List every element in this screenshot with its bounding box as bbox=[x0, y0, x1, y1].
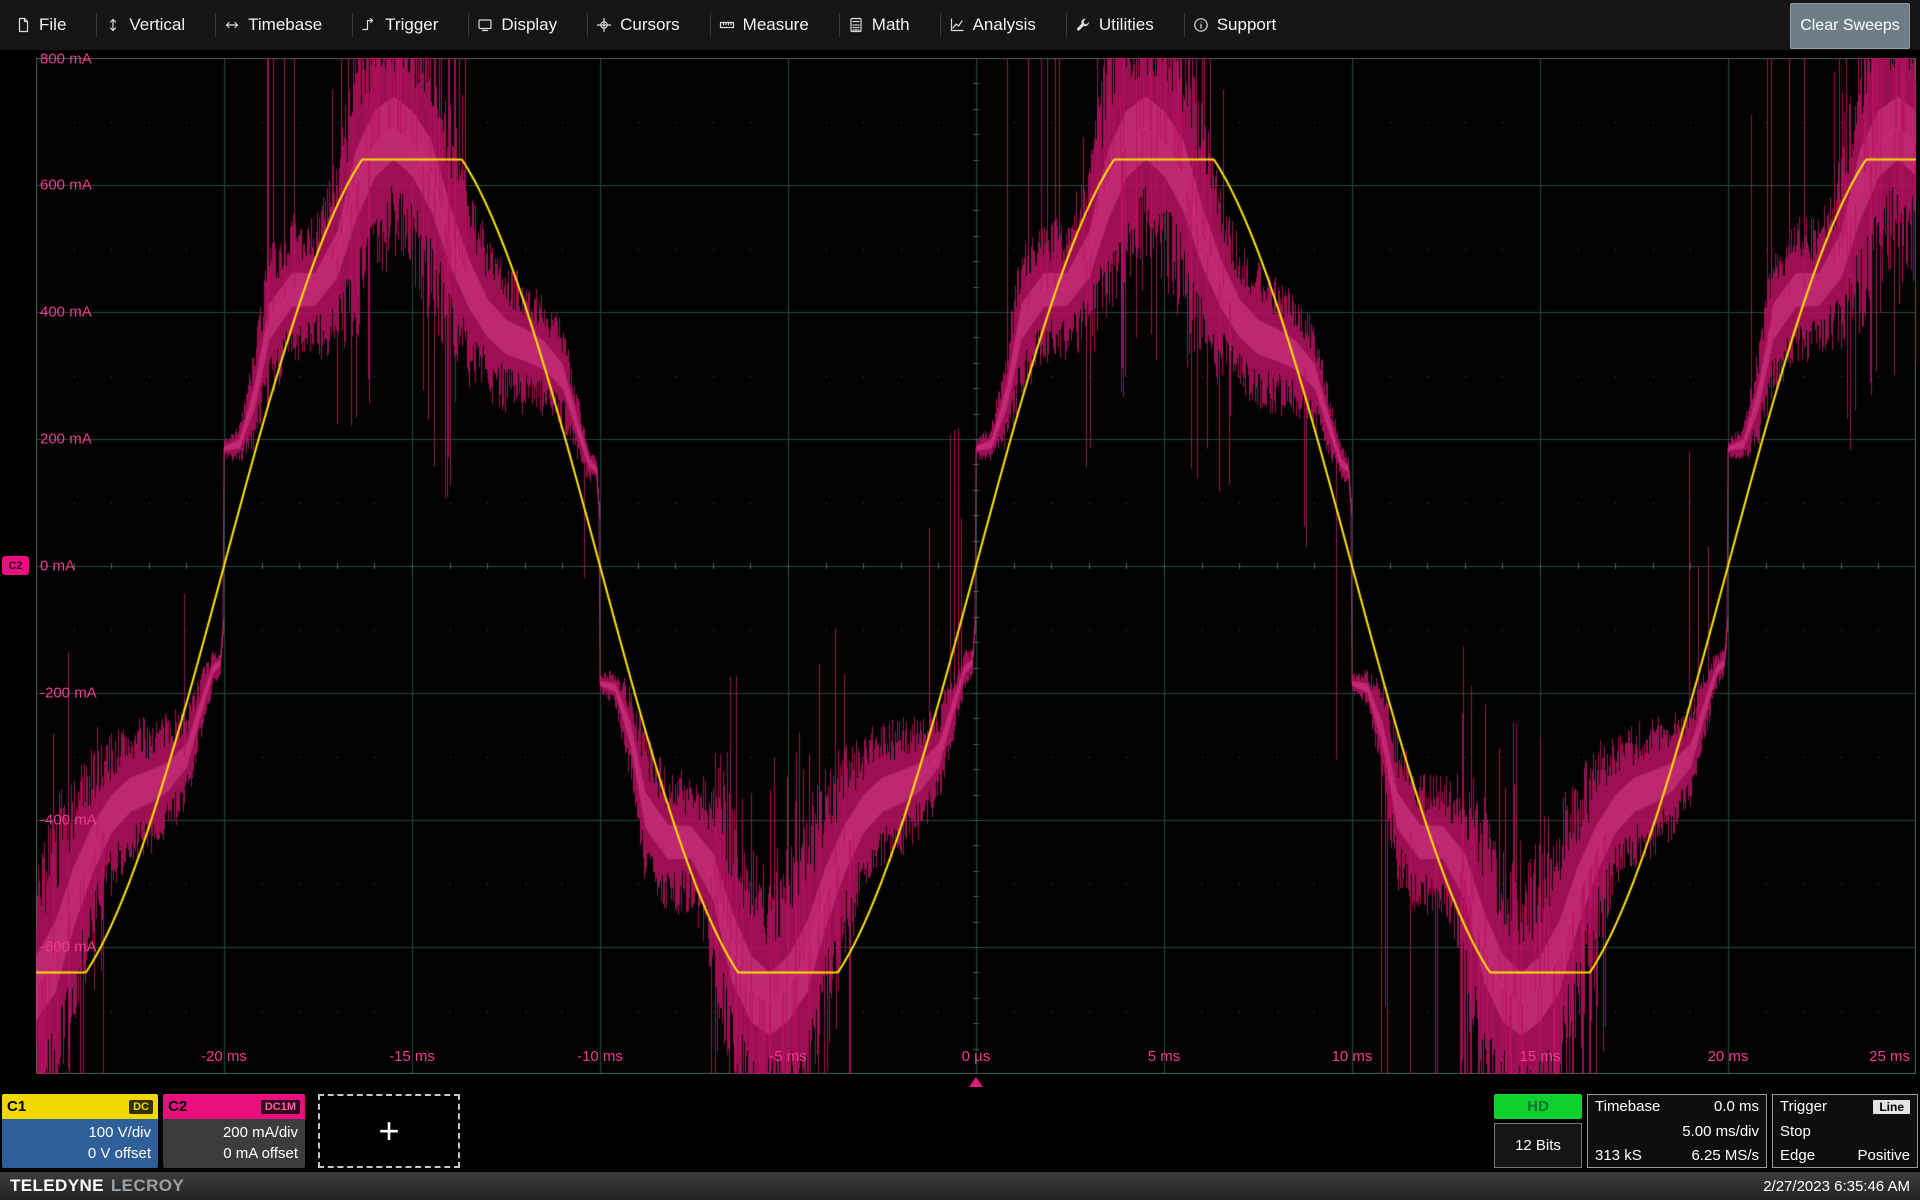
vertical-icon bbox=[105, 17, 121, 33]
cursors-icon bbox=[596, 17, 612, 33]
menu-item-trigger[interactable]: Trigger bbox=[337, 0, 453, 50]
x-axis-label: -10 ms bbox=[577, 1048, 623, 1065]
timebase-scale: 5.00 ms/div bbox=[1595, 1123, 1759, 1140]
channel-c2-name: C2 bbox=[168, 1098, 187, 1115]
menu-bar: File Vertical Timebase Trigger Display C… bbox=[0, 0, 1920, 50]
c2-coupling-badge: DC1M bbox=[261, 1100, 300, 1114]
menu-item-label: Utilities bbox=[1099, 15, 1154, 35]
channel-c2-body: 200 mA/div 0 mA offset bbox=[163, 1119, 305, 1168]
hd-badge: HD bbox=[1494, 1094, 1582, 1119]
trigger-mode: Stop bbox=[1780, 1123, 1910, 1140]
trigger-type: Edge bbox=[1780, 1147, 1815, 1164]
menu-item-label: Math bbox=[872, 15, 910, 35]
menu-item-math[interactable]: Math bbox=[824, 0, 925, 50]
datetime-label: 2/27/2023 6:35:46 AM bbox=[1763, 1178, 1910, 1195]
channel-c1-name: C1 bbox=[7, 1098, 26, 1115]
timebase-sample-rate: 6.25 MS/s bbox=[1691, 1147, 1759, 1164]
c2-scale: 200 mA/div bbox=[223, 1123, 298, 1143]
c1-scale: 100 V/div bbox=[88, 1123, 151, 1143]
menu-item-label: Analysis bbox=[973, 15, 1036, 35]
brand-teledyne: TELEDYNE bbox=[10, 1176, 104, 1196]
channel-c1-header: C1 DC bbox=[2, 1094, 158, 1119]
hd-bits: 12 Bits bbox=[1494, 1123, 1582, 1168]
y-axis-label: 200 mA bbox=[40, 431, 92, 448]
menu-item-label: Timebase bbox=[248, 15, 322, 35]
menu-item-timebase[interactable]: Timebase bbox=[200, 0, 337, 50]
file-icon bbox=[15, 17, 31, 33]
x-axis-label: 0 µs bbox=[962, 1048, 991, 1065]
c2-zero-marker[interactable]: C2 bbox=[2, 556, 29, 575]
add-trace-button[interactable]: + bbox=[318, 1094, 460, 1168]
status-spacer bbox=[465, 1094, 1489, 1168]
trigger-position-marker[interactable] bbox=[969, 1077, 983, 1087]
menu-item-support[interactable]: Support bbox=[1169, 0, 1292, 50]
x-axis-label: -15 ms bbox=[389, 1048, 435, 1065]
status-strip: C1 DC 100 V/div 0 V offset C2 DC1M 200 m… bbox=[0, 1090, 1920, 1172]
menu-item-measure[interactable]: Measure bbox=[695, 0, 824, 50]
x-axis-label: -5 ms bbox=[769, 1048, 807, 1065]
trigger-panel[interactable]: Trigger Line Stop Edge Positive bbox=[1772, 1094, 1918, 1168]
y-axis-label: -600 mA bbox=[40, 939, 97, 956]
c1-offset: 0 V offset bbox=[88, 1144, 151, 1164]
menu-item-vertical[interactable]: Vertical bbox=[81, 0, 200, 50]
channel-c1-body: 100 V/div 0 V offset bbox=[2, 1119, 158, 1168]
trigger-icon bbox=[361, 17, 377, 33]
x-axis-label: 25 ms bbox=[1869, 1048, 1910, 1065]
x-axis-label: -20 ms bbox=[201, 1048, 247, 1065]
analysis-icon bbox=[949, 17, 965, 33]
timebase-title: Timebase bbox=[1595, 1098, 1660, 1115]
x-axis-label: 15 ms bbox=[1520, 1048, 1561, 1065]
timebase-icon bbox=[224, 17, 240, 33]
x-axis-label: 5 ms bbox=[1148, 1048, 1181, 1065]
y-axis-label: 400 mA bbox=[40, 304, 92, 321]
x-axis-label: 20 ms bbox=[1708, 1048, 1749, 1065]
acquisition-hd-block[interactable]: HD 12 Bits bbox=[1494, 1094, 1582, 1168]
menu-item-label: Trigger bbox=[385, 15, 438, 35]
menu-item-utilities[interactable]: Utilities bbox=[1051, 0, 1169, 50]
timebase-delay: 0.0 ms bbox=[1714, 1098, 1759, 1115]
y-axis-label: 0 mA bbox=[40, 558, 75, 575]
channel-c2-header: C2 DC1M bbox=[163, 1094, 305, 1119]
display-icon bbox=[477, 17, 493, 33]
waveform-plot-area: C2 800 mA 600 mA 400 mA 200 mA 0 mA -200 mA -4… bbox=[0, 50, 1920, 1090]
menu-item-label: Cursors bbox=[620, 15, 680, 35]
y-axis-label: 600 mA bbox=[40, 177, 92, 194]
y-axis-label: 800 mA bbox=[40, 51, 92, 68]
support-icon bbox=[1193, 17, 1209, 33]
trigger-source-badge: Line bbox=[1873, 1100, 1910, 1114]
waveform-display[interactable] bbox=[36, 58, 1916, 1074]
menu-item-label: File bbox=[39, 15, 66, 35]
x-axis-label: 10 ms bbox=[1332, 1048, 1373, 1065]
utilities-icon bbox=[1075, 17, 1091, 33]
channel-c1-descriptor[interactable]: C1 DC 100 V/div 0 V offset bbox=[2, 1094, 158, 1168]
y-axis-label: -200 mA bbox=[40, 685, 97, 702]
trigger-title: Trigger bbox=[1780, 1098, 1827, 1115]
menu-item-label: Measure bbox=[743, 15, 809, 35]
timebase-panel[interactable]: Timebase 0.0 ms 5.00 ms/div 313 kS 6.25 … bbox=[1587, 1094, 1767, 1168]
c2-offset: 0 mA offset bbox=[223, 1144, 298, 1164]
y-axis-label: -400 mA bbox=[40, 812, 97, 829]
clear-sweeps-button[interactable]: Clear Sweeps bbox=[1790, 3, 1910, 49]
channel-c2-descriptor[interactable]: C2 DC1M 200 mA/div 0 mA offset bbox=[163, 1094, 305, 1168]
menu-item-analysis[interactable]: Analysis bbox=[925, 0, 1051, 50]
menu-item-cursors[interactable]: Cursors bbox=[572, 0, 695, 50]
menu-item-display[interactable]: Display bbox=[453, 0, 572, 50]
footer-bar: TELEDYNE LECROY 2/27/2023 6:35:46 AM bbox=[0, 1172, 1920, 1200]
math-icon bbox=[848, 17, 864, 33]
menu-item-label: Vertical bbox=[129, 15, 185, 35]
c1-coupling-badge: DC bbox=[129, 1100, 153, 1114]
timebase-samples: 313 kS bbox=[1595, 1147, 1642, 1164]
measure-icon bbox=[719, 17, 735, 33]
menu-item-label: Support bbox=[1217, 15, 1277, 35]
trigger-slope: Positive bbox=[1857, 1147, 1910, 1164]
brand-lecroy: LECROY bbox=[111, 1176, 184, 1196]
menu-item-label: Display bbox=[501, 15, 557, 35]
menu-item-file[interactable]: File bbox=[0, 0, 81, 50]
